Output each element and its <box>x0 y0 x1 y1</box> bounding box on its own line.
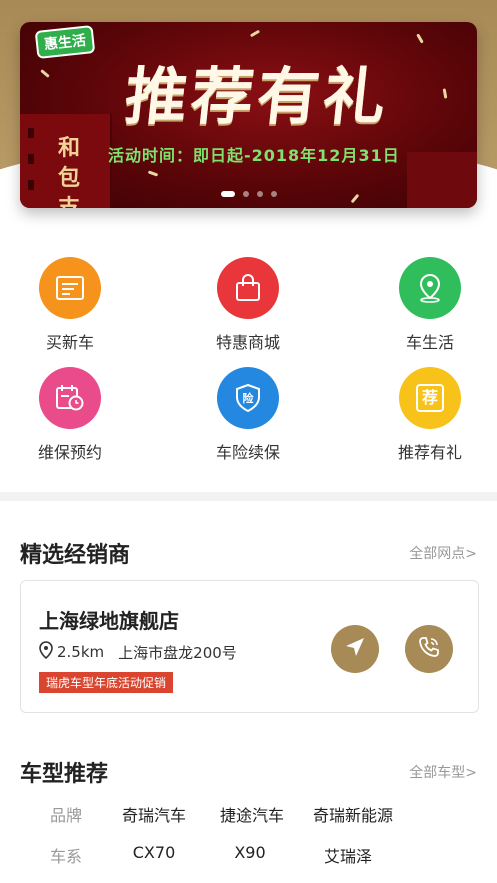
pagination-dot-active[interactable] <box>220 191 235 197</box>
model-row-series: 车系 CX70 X90 艾瑞泽 <box>0 843 497 873</box>
feature-label: 买新车 <box>45 333 94 352</box>
navigate-button[interactable] <box>331 625 379 673</box>
confetti <box>147 170 159 177</box>
call-button[interactable] <box>405 625 453 673</box>
feature-label: 维保预约 <box>37 443 102 462</box>
location-pin-icon <box>39 641 53 663</box>
series-option[interactable]: X90 <box>200 843 300 862</box>
feature-maintenance-booking[interactable]: 维保预约 <box>10 367 130 463</box>
feature-discount-mall[interactable]: 特惠商城 <box>188 257 308 353</box>
brand-option[interactable]: 奇瑞新能源 <box>298 802 408 826</box>
section-title-dealers: 精选经销商 <box>20 543 131 568</box>
confetti <box>249 29 261 38</box>
feature-insurance-renewal[interactable]: 险 车险续保 <box>188 367 308 463</box>
pagination-dot[interactable] <box>270 191 277 197</box>
recommend-icon: 荐 <box>399 367 461 429</box>
confetti <box>416 33 424 44</box>
all-models-link[interactable]: 全部车型> <box>409 762 477 782</box>
promo-banner[interactable]: 和包支 惠生活 推荐有礼 活动时间：即日起-2018年12月31日 <box>20 22 477 208</box>
dealer-info: 2.5km 上海市盘龙200号 <box>39 641 237 663</box>
all-dealers-link[interactable]: 全部网点> <box>409 543 477 563</box>
series-option[interactable]: CX70 <box>104 843 204 862</box>
map-pin-icon <box>399 257 461 319</box>
feature-label: 特惠商城 <box>215 333 280 352</box>
series-option[interactable]: 艾瑞泽 <box>298 843 398 867</box>
recommend-glyph: 荐 <box>416 384 444 412</box>
feature-buy-new-car[interactable]: 买新车 <box>10 257 130 353</box>
row-key: 品牌 <box>49 806 82 825</box>
phone-icon <box>417 635 441 663</box>
feature-label: 车生活 <box>405 333 454 352</box>
section-divider <box>0 492 497 501</box>
shopping-bag-icon <box>217 257 279 319</box>
section-title-models: 车型推荐 <box>20 762 109 787</box>
promo-tag: 瑞虎车型年底活动促销 <box>39 672 174 693</box>
banner-subline: 活动时间：即日起-2018年12月31日 <box>108 146 400 165</box>
feature-car-life[interactable]: 车生活 <box>370 257 490 353</box>
brand-option[interactable]: 捷途汽车 <box>202 802 302 826</box>
navigation-arrow-icon <box>344 636 366 662</box>
feature-referral-reward[interactable]: 荐 推荐有礼 <box>370 367 490 463</box>
dealer-distance: 2.5km <box>57 643 105 661</box>
calendar-clock-icon <box>39 367 101 429</box>
document-icon <box>39 257 101 319</box>
confetti <box>442 88 448 99</box>
shield-icon: 险 <box>217 367 279 429</box>
confetti <box>40 69 50 78</box>
pagination-dot[interactable] <box>256 191 263 197</box>
feature-label: 推荐有礼 <box>397 443 462 462</box>
banner-logo: 惠生活 <box>34 25 96 59</box>
brand-option[interactable]: 奇瑞汽车 <box>104 802 204 826</box>
row-key: 车系 <box>49 847 82 866</box>
banner-headline: 推荐有礼 <box>121 60 394 133</box>
pagination-dot[interactable] <box>242 191 249 197</box>
model-row-brand: 品牌 奇瑞汽车 捷途汽车 奇瑞新能源 <box>0 802 497 832</box>
dealer-name: 上海绿地旗舰店 <box>39 609 179 633</box>
dealer-address: 上海市盘龙200号 <box>118 643 237 662</box>
banner-pagination <box>20 191 477 197</box>
dealer-card[interactable]: 上海绿地旗舰店 2.5km 上海市盘龙200号 瑞虎车型年底活动促销 <box>20 580 479 713</box>
feature-label: 车险续保 <box>215 443 280 462</box>
shield-glyph: 险 <box>243 391 255 405</box>
